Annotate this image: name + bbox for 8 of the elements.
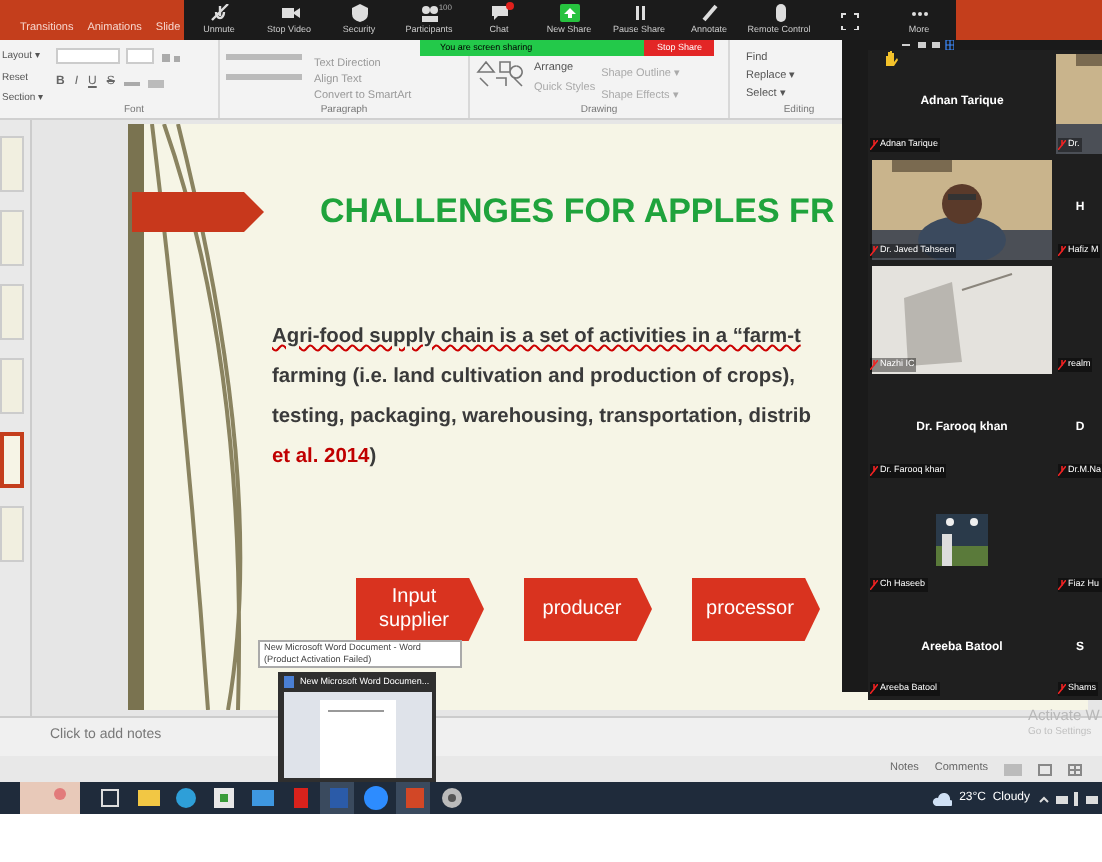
paragraph-line: testing, packaging, warehousing, transportation, distrib <box>272 403 813 431</box>
slide-title: CHALLENGES FOR APPLES FR <box>320 190 835 234</box>
process-step: processor <box>692 577 820 641</box>
paragraph-line: farming (i.e. land cultivation and production of crops), <box>272 363 797 391</box>
process-step: Input supplier <box>356 577 484 641</box>
citation: et al. 2014) <box>272 443 379 471</box>
process-step: producer <box>524 577 652 641</box>
paragraph-line: Agri-food supply chain is a set of activities in a “farm-t <box>272 323 803 351</box>
